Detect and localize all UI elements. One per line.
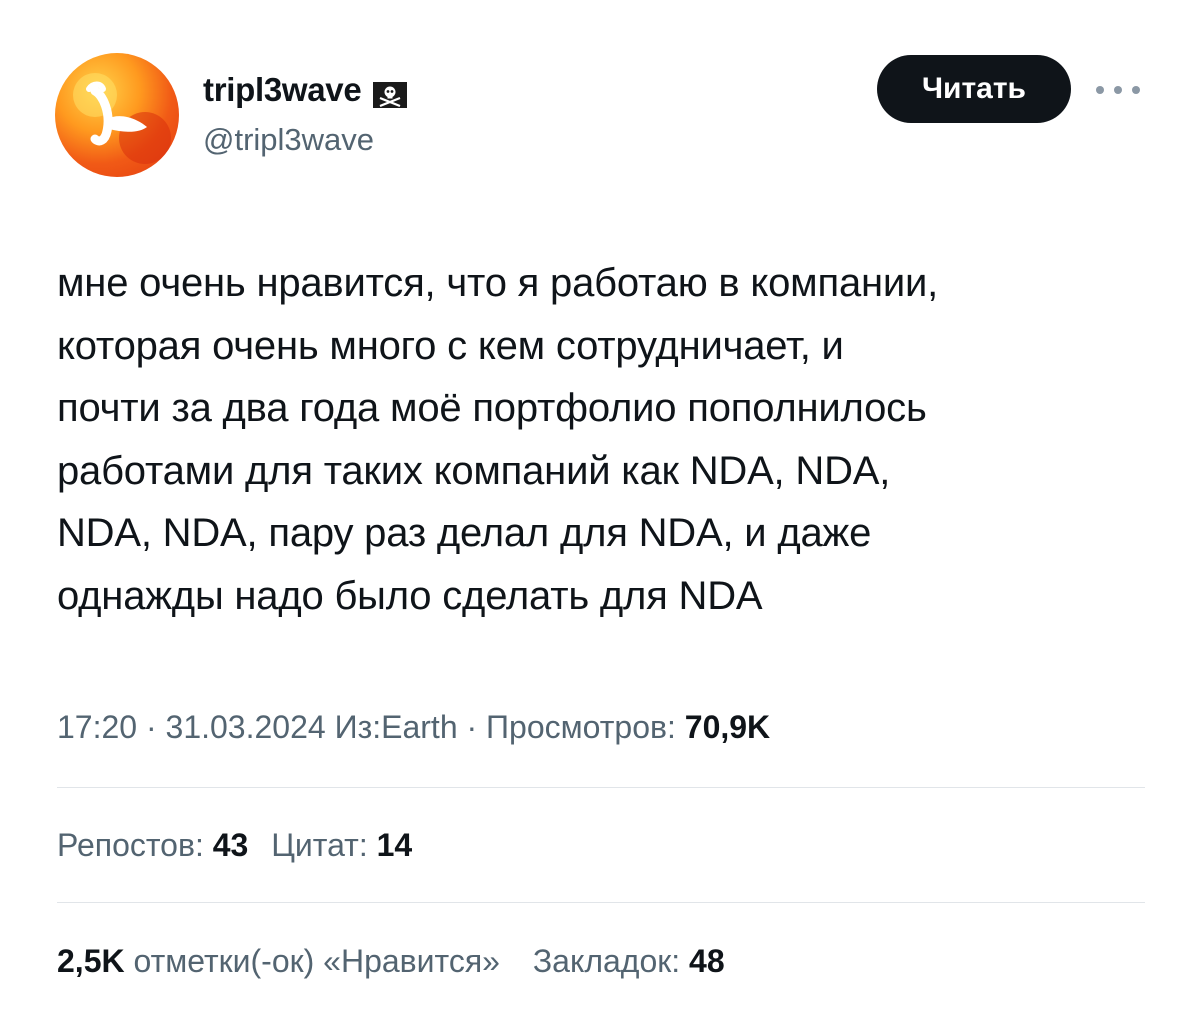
tweet-source: Из:Earth xyxy=(334,709,458,745)
views-count: 70,9K xyxy=(684,709,771,745)
likes-label: отметки(-ок) «Нравится» xyxy=(124,943,500,979)
tweet-line: NDA, NDA, пару раз делал для NDA, и даже xyxy=(57,511,872,555)
avatar-image xyxy=(73,73,171,164)
tweet-text: мне очень нравится, что я работаю в комп… xyxy=(57,252,1167,627)
more-dot xyxy=(1096,86,1104,94)
bookmarks-count: 48 xyxy=(689,943,725,979)
tweet-meta: 17:20 · 31.03.2024 Из:Earth · Просмотров… xyxy=(57,707,770,747)
pirate-flag-icon xyxy=(373,77,408,108)
display-name-text: tripl3wave xyxy=(203,71,362,108)
likes-stat[interactable]: 2,5K отметки(-ок) «Нравится» xyxy=(57,941,500,981)
tweet-line: однажды надо было сделать для NDA xyxy=(57,573,763,618)
more-icon[interactable] xyxy=(1096,80,1140,100)
tweet-time[interactable]: 17:20 xyxy=(57,709,137,745)
stats-row-reposts: Репостов: 43 Цитат: 14 xyxy=(57,825,412,865)
bookmarks-stat[interactable]: Закладок: 48 xyxy=(533,941,725,981)
meta-separator: · xyxy=(137,709,166,745)
reposts-stat[interactable]: Репостов: 43 xyxy=(57,825,248,865)
views-label: Просмотров: xyxy=(486,709,685,745)
divider xyxy=(57,787,1145,788)
quotes-label: Цитат: xyxy=(271,827,377,863)
quotes-count: 14 xyxy=(376,827,413,863)
stats-row-likes: 2,5K отметки(-ок) «Нравится» Закладок: 4… xyxy=(57,941,725,981)
tweet-line: работами для таких компаний как NDA, NDA… xyxy=(57,448,891,493)
tweet-line: мне очень нравится, что я работаю в комп… xyxy=(57,261,939,305)
tweet-date[interactable]: 31.03.2024 xyxy=(166,709,326,745)
quotes-stat[interactable]: Цитат: 14 xyxy=(271,825,412,865)
bookmarks-label: Закладок: xyxy=(532,943,690,979)
display-name[interactable]: tripl3wave xyxy=(203,70,408,110)
more-dot xyxy=(1114,86,1122,94)
meta-separator: · xyxy=(457,709,487,745)
reposts-count: 43 xyxy=(212,827,249,863)
divider xyxy=(57,902,1145,903)
user-handle[interactable]: @tripl3wave xyxy=(203,121,374,159)
reposts-label: Репостов: xyxy=(57,827,213,863)
avatar[interactable] xyxy=(55,53,179,177)
tweet-line: которая очень много с кем сотрудничает, … xyxy=(57,323,844,368)
tweet-line: почти за два года моё портфолио пополнил… xyxy=(57,386,927,430)
more-dot xyxy=(1132,86,1140,94)
likes-count: 2,5K xyxy=(57,943,125,979)
follow-button[interactable]: Читать xyxy=(877,55,1071,123)
